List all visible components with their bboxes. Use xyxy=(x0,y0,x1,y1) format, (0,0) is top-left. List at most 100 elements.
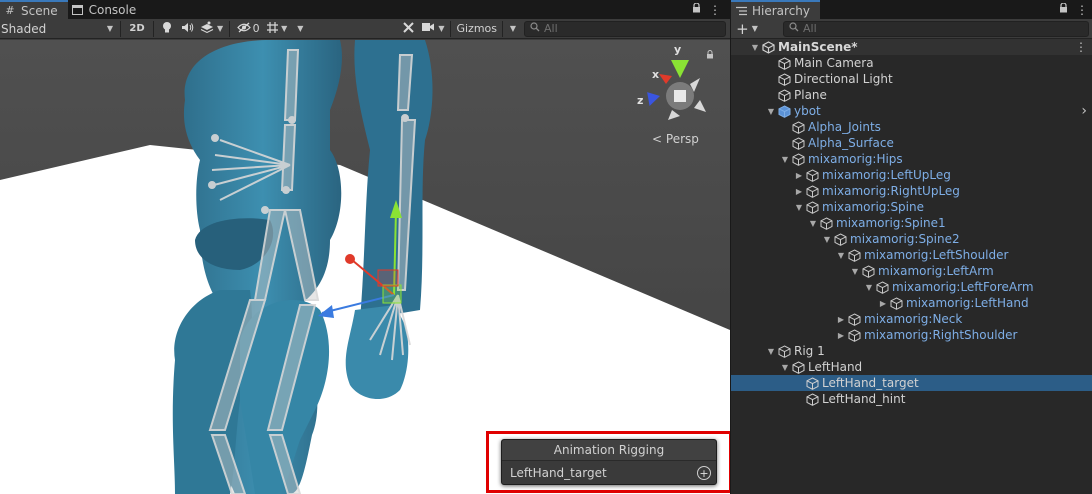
foldout-open-icon[interactable]: ▼ xyxy=(793,203,805,212)
projection-toggle[interactable]: < Persp xyxy=(652,132,699,146)
hierarchy-tabbar: Hierarchy ⋮ xyxy=(731,0,1092,19)
effects-dropdown[interactable]: ▼ xyxy=(197,20,226,38)
hierarchy-item[interactable]: Main Camera xyxy=(731,55,1092,71)
foldout-closed-icon[interactable]: ▶ xyxy=(793,171,805,180)
hierarchy-item[interactable]: ▼ mixamorig:Hips xyxy=(731,151,1092,167)
foldout-open-icon[interactable]: ▼ xyxy=(849,267,861,276)
grid-snapping-dropdown[interactable]: ▼ xyxy=(263,20,290,38)
foldout-open-icon[interactable]: ▼ xyxy=(765,107,777,116)
hierarchy-item[interactable]: Alpha_Joints xyxy=(731,119,1092,135)
hierarchy-item-label: LeftHand xyxy=(808,360,863,374)
hierarchy-item[interactable]: Plane xyxy=(731,87,1092,103)
lock-icon[interactable] xyxy=(1059,2,1068,16)
hierarchy-panel: Hierarchy ⋮ + ▼ ▼ MainScene* ⋮ Main Camera D… xyxy=(730,0,1092,494)
hierarchy-search-input[interactable] xyxy=(803,22,1088,35)
shading-mode-dropdown[interactable]: Shaded ▼ xyxy=(0,20,117,38)
foldout-open-icon[interactable]: ▼ xyxy=(779,155,791,164)
foldout-closed-icon[interactable]: ▶ xyxy=(877,299,889,308)
gameobject-icon xyxy=(791,360,805,374)
scene-row[interactable]: ▼ MainScene* ⋮ xyxy=(731,39,1092,55)
foldout-closed-icon[interactable]: ▶ xyxy=(793,187,805,196)
tools-icon xyxy=(402,21,415,37)
tools-button[interactable] xyxy=(398,20,418,38)
hierarchy-item[interactable]: LeftHand_hint xyxy=(731,391,1092,407)
hierarchy-item[interactable]: ▼ LeftHand xyxy=(731,359,1092,375)
more-menu-icon[interactable]: ⋮ xyxy=(709,3,721,17)
foldout-open-icon[interactable]: ▼ xyxy=(835,251,847,260)
toolbar-divider xyxy=(229,20,231,37)
gizmo-axis-x-label: x xyxy=(652,68,660,81)
gizmos-button[interactable]: Gizmos xyxy=(454,20,499,38)
hierarchy-item[interactable]: Directional Light xyxy=(731,71,1092,87)
hierarchy-item[interactable]: ▼ mixamorig:Spine1 xyxy=(731,215,1092,231)
hierarchy-item[interactable]: ▼ mixamorig:Spine xyxy=(731,199,1092,215)
chevron-right-icon[interactable]: › xyxy=(1081,103,1087,119)
audio-toggle-button[interactable] xyxy=(177,20,197,38)
hierarchy-item[interactable]: ▼ mixamorig:LeftForeArm xyxy=(731,279,1092,295)
chevron-down-icon: ▼ xyxy=(217,24,224,33)
hierarchy-item-label: Rig 1 xyxy=(794,344,825,358)
hierarchy-search[interactable] xyxy=(783,20,1089,37)
foldout-open-icon[interactable]: ▼ xyxy=(807,219,819,228)
toolbar-divider xyxy=(153,20,154,37)
hierarchy-item[interactable]: ▼ mixamorig:LeftArm xyxy=(731,263,1092,279)
hierarchy-item[interactable]: ▶ mixamorig:LeftHand xyxy=(731,295,1092,311)
foldout-open-icon[interactable]: ▼ xyxy=(779,363,791,372)
hierarchy-item[interactable]: ▼ mixamorig:LeftShoulder xyxy=(731,247,1092,263)
gizmo-axis-y-label: y xyxy=(674,43,682,56)
foldout-closed-icon[interactable]: ▶ xyxy=(835,331,847,340)
lock-icon[interactable] xyxy=(692,2,701,16)
draw-mode-dropdown[interactable]: ▼ xyxy=(290,20,310,38)
prefab-icon xyxy=(777,104,791,118)
create-dropdown[interactable]: + ▼ xyxy=(731,20,763,38)
persp-icon: < xyxy=(652,132,663,146)
scene-viewport[interactable]: y x z < Persp xyxy=(0,40,730,494)
tab-console[interactable]: Console xyxy=(68,0,147,19)
gameobject-icon xyxy=(805,392,819,406)
hierarchy-item[interactable]: ▶ mixamorig:RightUpLeg xyxy=(731,183,1092,199)
hierarchy-item[interactable]: LeftHand_target xyxy=(731,375,1092,391)
hierarchy-item[interactable]: ▼ Rig 1 xyxy=(731,343,1092,359)
gameobject-icon xyxy=(791,120,805,134)
foldout-open-icon[interactable]: ▼ xyxy=(749,43,761,52)
gameobject-icon xyxy=(847,312,861,326)
more-menu-icon[interactable]: ⋮ xyxy=(1075,40,1087,54)
hierarchy-item-label: LeftHand_hint xyxy=(822,392,906,406)
hierarchy-item[interactable]: ▼ mixamorig:Spine2 xyxy=(731,231,1092,247)
2d-toggle-button[interactable]: 2D xyxy=(124,20,150,38)
foldout-open-icon[interactable]: ▼ xyxy=(821,235,833,244)
camera-dropdown[interactable]: ▼ xyxy=(418,20,447,38)
hierarchy-item-label: mixamorig:Hips xyxy=(808,152,903,166)
hierarchy-item-label: mixamorig:Spine2 xyxy=(850,232,960,246)
hierarchy-item-label: Directional Light xyxy=(794,72,893,86)
more-menu-icon[interactable]: ⋮ xyxy=(1076,3,1088,17)
scene-search[interactable] xyxy=(524,20,726,37)
gameobject-icon xyxy=(791,136,805,150)
foldout-closed-icon[interactable]: ▶ xyxy=(835,315,847,324)
hierarchy-item[interactable]: Alpha_Surface xyxy=(731,135,1092,151)
hierarchy-item-label: mixamorig:RightUpLeg xyxy=(822,184,960,198)
hierarchy-item[interactable]: ▶ mixamorig:RightShoulder xyxy=(731,327,1092,343)
foldout-open-icon[interactable]: ▼ xyxy=(863,283,875,292)
foldout-open-icon[interactable]: ▼ xyxy=(765,347,777,356)
scene-visibility-button[interactable]: 0 xyxy=(233,20,263,38)
eye-slash-icon xyxy=(236,22,251,36)
lighting-toggle-button[interactable] xyxy=(157,20,177,38)
scene-toolbar: Shaded ▼ 2D ▼ 0 ▼ ▼ ▼ Gizmos ▼ All xyxy=(0,19,730,39)
tab-hierarchy[interactable]: Hierarchy xyxy=(731,0,821,19)
gameobject-icon xyxy=(833,232,847,246)
rig-icon xyxy=(777,344,791,358)
tab-scene[interactable]: # Scene xyxy=(0,0,68,19)
lock-icon[interactable] xyxy=(706,50,714,62)
hierarchy-item[interactable]: ▼ ybot › xyxy=(731,103,1092,119)
gameobject-icon xyxy=(777,88,791,102)
hierarchy-item-label: mixamorig:Spine xyxy=(822,200,924,214)
hierarchy-item-label: mixamorig:LeftHand xyxy=(906,296,1029,310)
hierarchy-item[interactable]: ▶ mixamorig:Neck xyxy=(731,311,1092,327)
gameobject-icon xyxy=(875,280,889,294)
hierarchy-tree: ▼ MainScene* ⋮ Main Camera Directional Light… xyxy=(731,39,1092,494)
scene-search-input[interactable] xyxy=(544,22,725,35)
gizmos-dropdown[interactable]: ▼ xyxy=(506,20,520,38)
hierarchy-item[interactable]: ▶ mixamorig:LeftUpLeg xyxy=(731,167,1092,183)
unity-scene-icon xyxy=(761,40,775,54)
